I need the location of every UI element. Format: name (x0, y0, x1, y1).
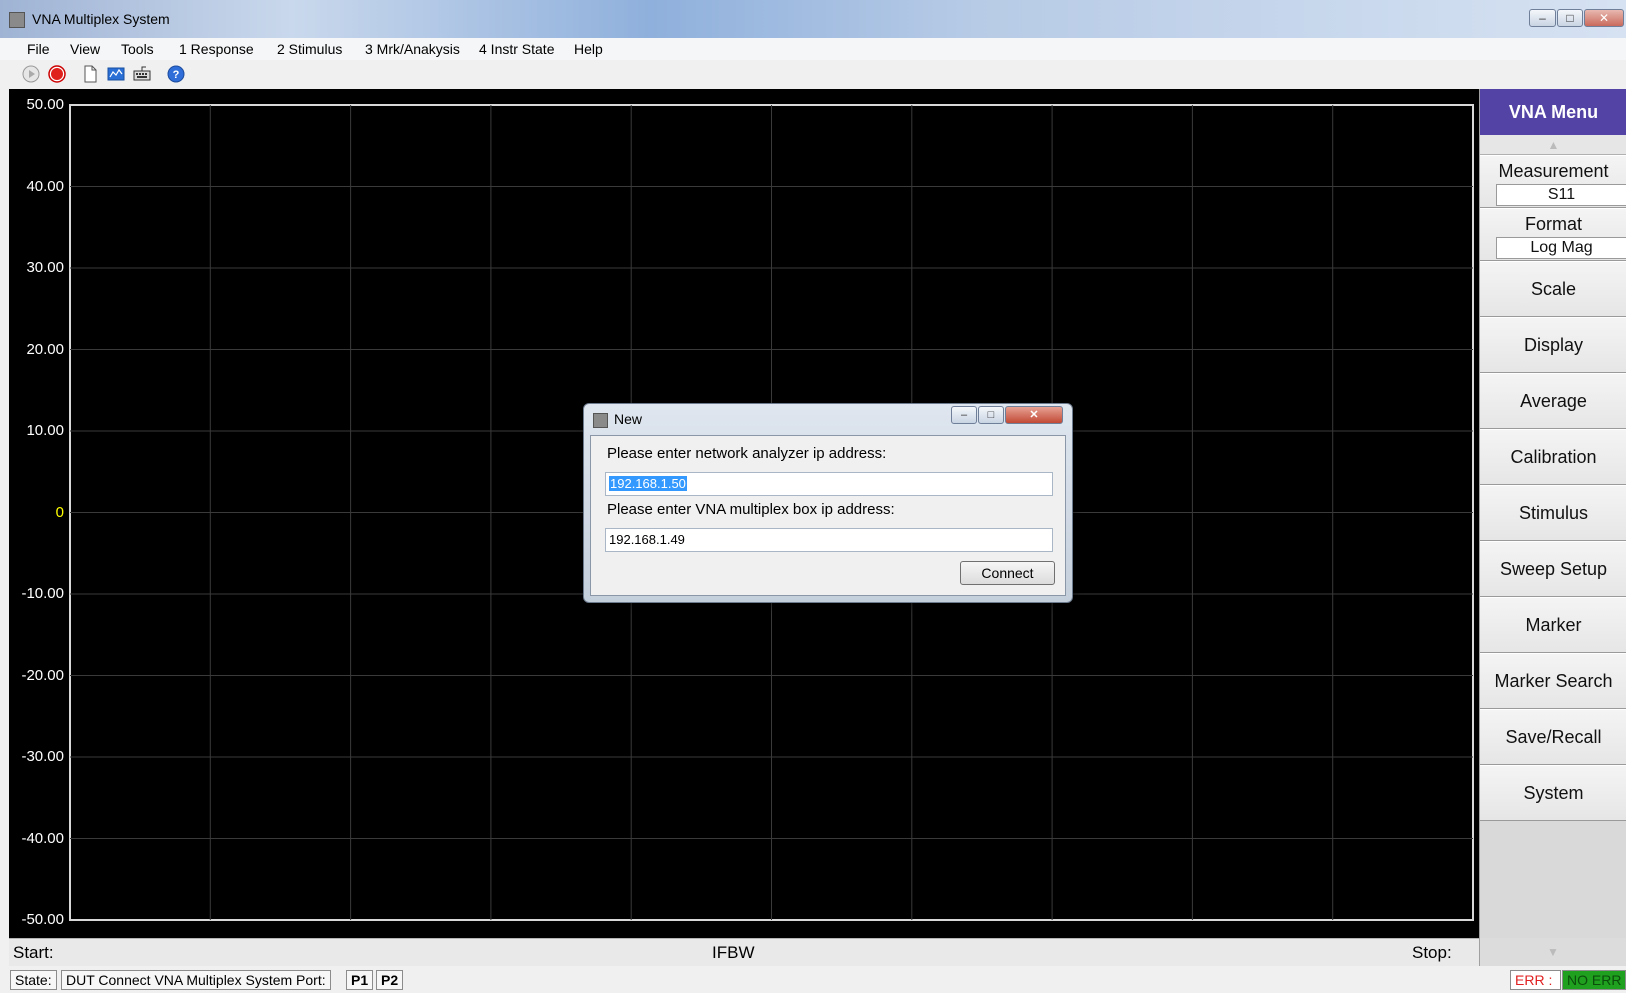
start-label: Start: (13, 943, 54, 962)
dialog-body: Please enter network analyzer ip address… (590, 435, 1066, 596)
measurement-label: Measurement (1498, 161, 1609, 181)
chart-icon[interactable] (107, 65, 125, 83)
measurement-value: S11 (1496, 184, 1626, 206)
y-tick-label: 40.00 (26, 177, 64, 195)
box-ip-value: 192.168.1.49 (609, 532, 685, 547)
format-label: Format (1524, 214, 1582, 234)
panel-scroll-down-button[interactable]: ▼ (1479, 938, 1626, 966)
app-icon (9, 12, 25, 28)
menu-view[interactable]: View (70, 41, 100, 57)
new-file-icon[interactable] (81, 65, 99, 83)
sweep-status-bar: Start: IFBW Stop: (9, 938, 1479, 966)
err-label: ERR : (1510, 970, 1561, 990)
menu-help[interactable]: Help (574, 41, 603, 57)
keyboard-icon[interactable] (133, 65, 151, 83)
save-recall-button[interactable]: Save/Recall (1480, 709, 1626, 765)
minimize-button[interactable]: – (1529, 9, 1556, 27)
toolbar: ? (0, 60, 1626, 88)
state-label: State: (10, 970, 57, 990)
y-tick-label: -50.00 (21, 911, 64, 928)
sweep-setup-button[interactable]: Sweep Setup (1480, 541, 1626, 597)
dialog-title: New (614, 411, 643, 427)
vna-menu-panel: VNA Menu ▲ Measurement S11 Format Log Ma… (1479, 89, 1626, 938)
state-status-bar: State: DUT Connect VNA Multiplex System … (0, 966, 1626, 993)
y-tick-label: -30.00 (21, 748, 64, 765)
app-window: VNA Multiplex System – □ ✕ File View Too… (0, 0, 1626, 993)
marker-search-button[interactable]: Marker Search (1480, 653, 1626, 709)
y-tick-label: -40.00 (21, 829, 64, 847)
play-icon[interactable] (22, 65, 40, 83)
panel-scroll-up-button[interactable]: ▲ (1480, 135, 1626, 155)
stimulus-button[interactable]: Stimulus (1480, 485, 1626, 541)
port1-indicator: P1 (346, 970, 374, 990)
dialog-close-button[interactable]: ✕ (1005, 406, 1063, 424)
y-tick-label: 50.00 (26, 96, 64, 113)
dialog-maximize-button[interactable]: □ (978, 406, 1004, 424)
y-tick-label: 30.00 (26, 259, 64, 276)
y-tick-label: 20.00 (26, 340, 64, 358)
box-ip-prompt: Please enter VNA multiplex box ip addres… (607, 501, 895, 518)
stop-label: Stop: (1412, 943, 1452, 962)
svg-text:?: ? (173, 69, 180, 81)
state-text: DUT Connect VNA Multiplex System Port: (61, 970, 331, 990)
close-button[interactable]: ✕ (1584, 9, 1624, 27)
menu-instr-state[interactable]: 4 Instr State (479, 41, 554, 57)
menu-mrk-analysis[interactable]: 3 Mrk/Anakysis (365, 41, 460, 57)
connect-button[interactable]: Connect (960, 561, 1055, 585)
ifbw-label: IFBW (712, 943, 755, 962)
measurement-button[interactable]: Measurement S11 (1480, 155, 1626, 208)
maximize-button[interactable]: □ (1557, 9, 1583, 27)
menu-tools[interactable]: Tools (121, 41, 154, 57)
err-status-badge: NO ERR (1562, 970, 1626, 990)
menu-stimulus[interactable]: 2 Stimulus (277, 41, 342, 57)
y-tick-label: -10.00 (21, 585, 64, 602)
box-ip-input[interactable]: 192.168.1.49 (605, 528, 1053, 552)
analyzer-ip-prompt: Please enter network analyzer ip address… (607, 445, 887, 462)
y-tick-label: -20.00 (21, 666, 64, 684)
y-tick-label: 10.00 (26, 422, 64, 439)
analyzer-ip-input[interactable]: 192.168.1.50 (605, 472, 1053, 496)
format-value: Log Mag (1496, 237, 1626, 259)
port2-indicator: P2 (376, 970, 404, 990)
connect-dialog: New – □ ✕ Please enter network analyzer … (583, 403, 1073, 603)
y-tick-label: 0 (55, 503, 64, 521)
display-button[interactable]: Display (1480, 317, 1626, 373)
system-button[interactable]: System (1480, 765, 1626, 821)
stop-icon[interactable] (48, 65, 66, 83)
calibration-button[interactable]: Calibration (1480, 429, 1626, 485)
menu-bar: File View Tools 1 Response 2 Stimulus 3 … (0, 38, 1626, 60)
format-button[interactable]: Format Log Mag (1480, 208, 1626, 261)
window-title: VNA Multiplex System (32, 11, 170, 27)
dialog-minimize-button[interactable]: – (951, 406, 977, 424)
title-bar: VNA Multiplex System – □ ✕ (0, 0, 1626, 38)
analyzer-ip-value: 192.168.1.50 (609, 476, 687, 491)
scale-button[interactable]: Scale (1480, 261, 1626, 317)
dialog-app-icon (593, 413, 608, 428)
help-icon[interactable]: ? (167, 65, 185, 83)
marker-button[interactable]: Marker (1480, 597, 1626, 653)
average-button[interactable]: Average (1480, 373, 1626, 429)
menu-file[interactable]: File (27, 41, 50, 57)
panel-header: VNA Menu (1480, 89, 1626, 135)
menu-response[interactable]: 1 Response (179, 41, 254, 57)
